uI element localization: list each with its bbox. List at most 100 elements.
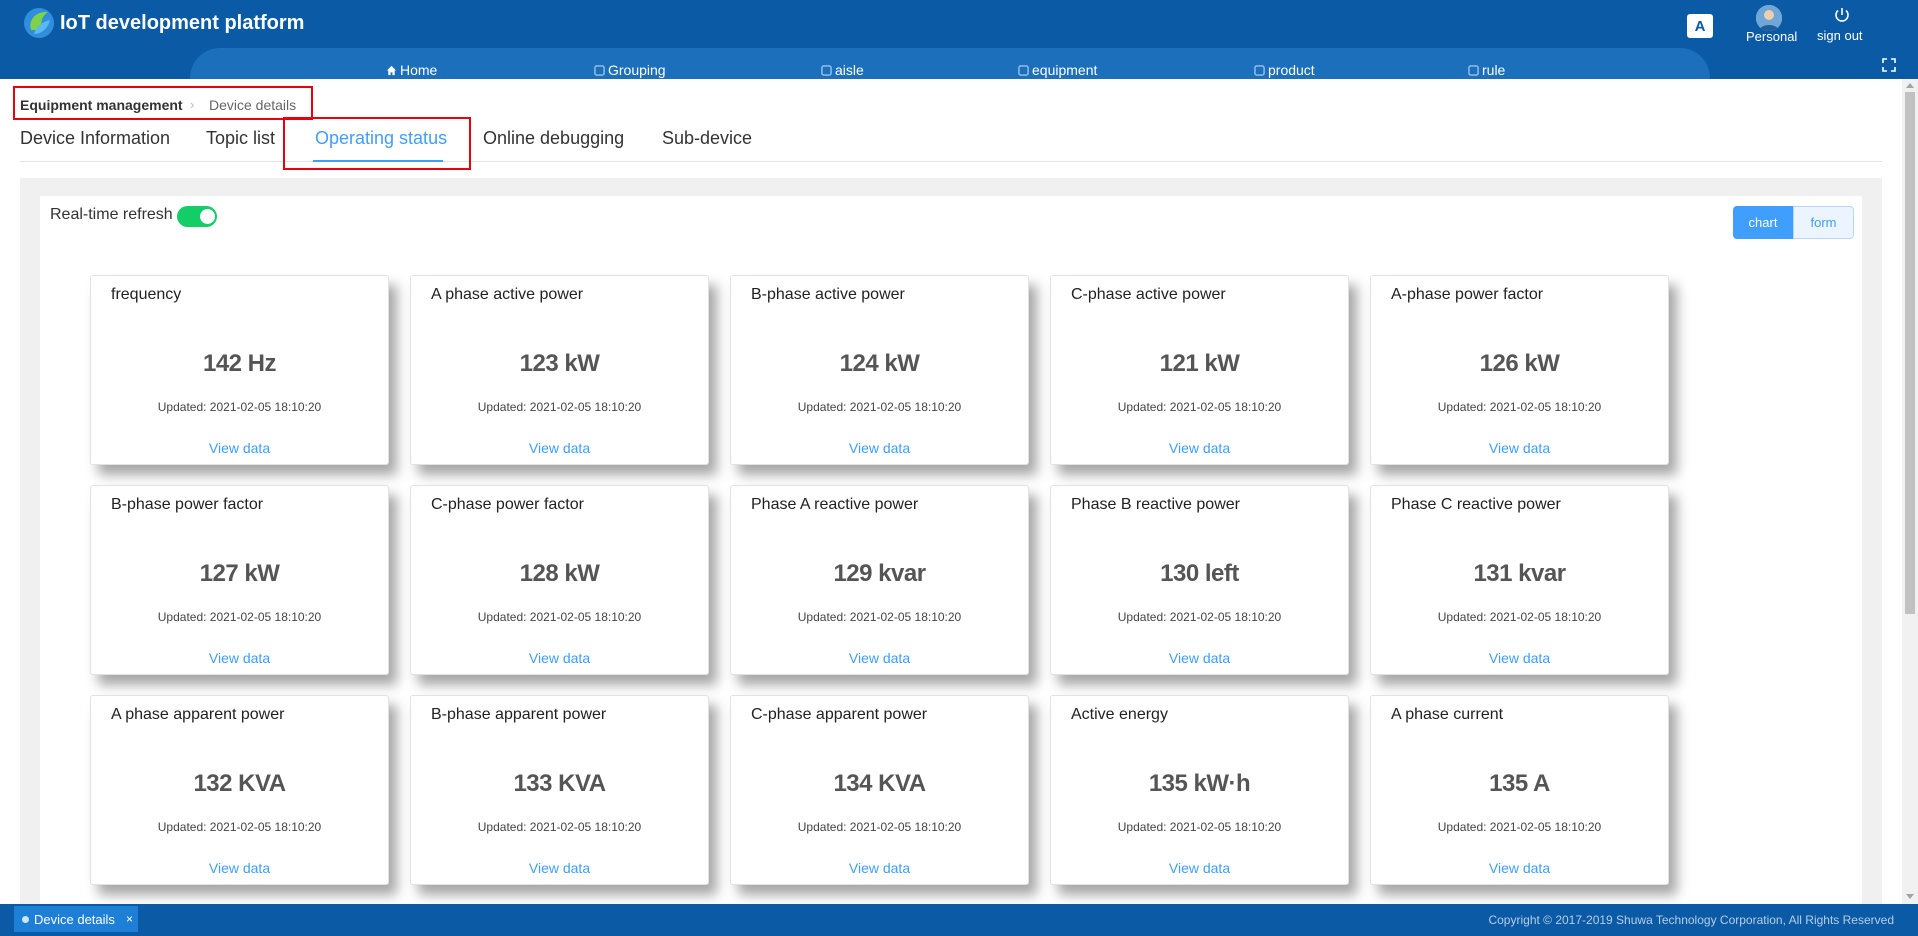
tab-online-debugging[interactable]: Online debugging [483,128,624,149]
logo-icon [24,8,54,38]
metric-card: C-phase active power 121 kW Updated: 202… [1050,275,1349,465]
tab-sub-device[interactable]: Sub-device [662,128,752,149]
metric-card: C-phase power factor 128 kW Updated: 202… [410,485,709,675]
nav-aisle-label: aisle [835,62,864,78]
card-title: A phase active power [431,286,584,303]
card-updated: Updated: 2021-02-05 18:10:20 [157,400,322,414]
view-data-link[interactable]: View data [731,860,1028,876]
card-updated: Updated: 2021-02-05 18:10:20 [1437,610,1602,624]
view-data-link[interactable]: View data [411,650,708,666]
nav-equipment-label: equipment [1032,62,1098,78]
metric-card: Phase A reactive power 129 kvar Updated:… [730,485,1029,675]
card-updated: Updated: 2021-02-05 18:10:20 [1117,400,1282,414]
open-tab-label: Device details [34,911,115,927]
translate-icon: A [1694,17,1706,35]
tab-device-information[interactable]: Device Information [20,128,170,149]
equipment-icon [1018,64,1029,76]
card-updated: Updated: 2021-02-05 18:10:20 [157,820,322,834]
personal-link[interactable]: Personal [1746,29,1797,44]
nav-aisle[interactable]: aisle [821,62,864,78]
signout-link[interactable]: sign out [1817,28,1863,43]
card-updated: Updated: 2021-02-05 18:10:20 [1117,820,1282,834]
card-value: 130 left [1160,560,1239,587]
nav-home[interactable]: Home [386,62,437,78]
metric-card: A phase apparent power 132 KVA Updated: … [90,695,389,885]
card-title: Phase C reactive power [1391,496,1561,513]
nav-rule[interactable]: rule [1468,62,1505,78]
nav-product[interactable]: product [1254,62,1315,78]
metric-card: Active energy 135 kW·h Updated: 2021-02-… [1050,695,1349,885]
card-value: 135 A [1489,770,1550,797]
metric-card: A phase active power 123 kW Updated: 202… [410,275,709,465]
card-value: 127 kW [199,560,280,587]
view-data-link[interactable]: View data [1051,860,1348,876]
tab-highlight [283,117,471,170]
card-updated: Updated: 2021-02-05 18:10:20 [797,610,962,624]
card-updated: Updated: 2021-02-05 18:10:20 [797,820,962,834]
view-data-link[interactable]: View data [1371,860,1668,876]
metric-card: Phase C reactive power 131 kvar Updated:… [1370,485,1669,675]
card-value: 124 kW [839,350,920,377]
view-data-link[interactable]: View data [91,650,388,666]
nav-equipment[interactable]: equipment [1018,62,1097,78]
open-tab-device-details[interactable]: Device details × [14,906,138,932]
card-title: frequency [111,286,182,303]
product-icon [1254,64,1265,76]
metric-card: C-phase apparent power 134 KVA Updated: … [730,695,1029,885]
form-view-button[interactable]: form [1793,206,1854,239]
card-title: Active energy [1071,706,1168,723]
view-data-link[interactable]: View data [1051,650,1348,666]
card-value: 123 kW [519,350,600,377]
fullscreen-icon[interactable] [1881,57,1897,73]
view-data-link[interactable]: View data [411,440,708,456]
view-data-link[interactable]: View data [1371,650,1668,666]
card-value: 132 KVA [193,770,286,797]
metric-card: A-phase power factor 126 kW Updated: 202… [1370,275,1669,465]
card-title: B-phase apparent power [431,706,607,723]
card-title: C-phase active power [1071,286,1226,303]
app-title: IoT development platform [60,12,305,34]
metric-card: B-phase apparent power 133 KVA Updated: … [410,695,709,885]
card-value: 134 KVA [833,770,926,797]
view-data-link[interactable]: View data [1051,440,1348,456]
card-value: 133 KVA [513,770,606,797]
metric-card: A phase current 135 A Updated: 2021-02-0… [1370,695,1669,885]
card-updated: Updated: 2021-02-05 18:10:20 [1437,400,1602,414]
card-value: 131 kvar [1473,560,1566,587]
nav-grouping[interactable]: Grouping [594,62,666,78]
breadcrumb-current: Device details [209,97,297,113]
view-data-link[interactable]: View data [731,650,1028,666]
card-updated: Updated: 2021-02-05 18:10:20 [477,610,642,624]
avatar[interactable] [1756,5,1782,31]
scroll-down-icon[interactable] [1905,893,1915,901]
active-dot-icon [22,915,29,923]
power-icon[interactable] [1833,6,1851,24]
card-title: A-phase power factor [1391,286,1544,303]
nav-grouping-label: Grouping [608,62,666,78]
card-value: 129 kvar [833,560,926,587]
metric-card: frequency 142 Hz Updated: 2021-02-05 18:… [90,275,389,465]
nav-rule-label: rule [1482,62,1506,78]
card-value: 135 kW·h [1148,770,1251,797]
scroll-thumb[interactable] [1905,92,1915,614]
view-data-link[interactable]: View data [411,860,708,876]
breadcrumb-parent[interactable]: Equipment management [20,97,183,113]
close-icon[interactable]: × [126,912,133,926]
card-title: B-phase power factor [111,496,264,513]
card-title: C-phase apparent power [751,706,928,723]
card-value: 142 Hz [202,350,277,377]
card-title: B-phase active power [751,286,905,303]
view-data-link[interactable]: View data [731,440,1028,456]
nav-product-label: product [1268,62,1315,78]
card-title: Phase A reactive power [751,496,919,513]
view-data-link[interactable]: View data [91,440,388,456]
tab-topic-list[interactable]: Topic list [206,128,275,149]
view-data-link[interactable]: View data [1371,440,1668,456]
chart-view-button[interactable]: chart [1733,206,1793,239]
scroll-up-icon[interactable] [1905,81,1915,89]
home-icon [386,65,397,75]
card-title: C-phase power factor [431,496,584,513]
copyright-text: Copyright © 2017-2019 Shuwa Technology C… [1488,913,1894,927]
view-data-link[interactable]: View data [91,860,388,876]
translate-button[interactable]: A [1687,14,1713,38]
